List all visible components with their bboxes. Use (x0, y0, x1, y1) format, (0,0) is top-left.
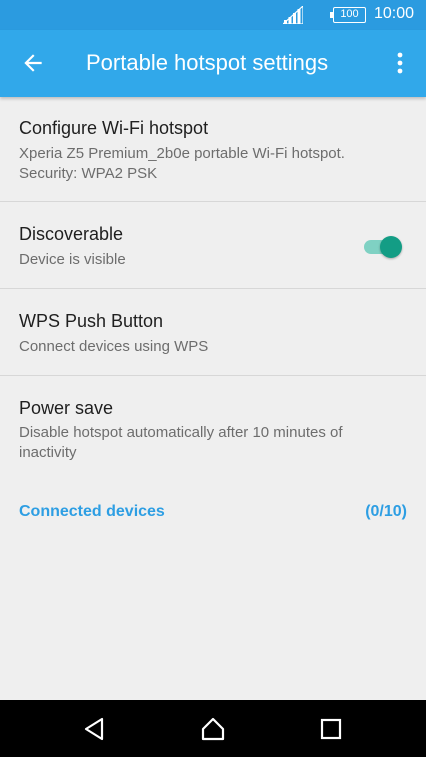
status-time: 10:00 (374, 5, 415, 22)
signal-icon (283, 6, 303, 24)
power-save-item[interactable]: Power save Disable hotspot automatically… (0, 376, 426, 480)
discoverable-item[interactable]: Discoverable Device is visible (0, 202, 426, 289)
page-title: Portable hotspot settings (86, 50, 329, 75)
more-options-icon[interactable] (390, 50, 410, 76)
item-title: Power save (19, 398, 114, 418)
navigation-bar (0, 700, 426, 757)
recent-apps-icon[interactable] (318, 716, 344, 742)
item-subtitle: Device is visible (19, 251, 126, 268)
item-subtitle: Xperia Z5 Premium_2b0e portable Wi-Fi ho… (19, 145, 345, 162)
configure-wifi-hotspot-item[interactable]: Configure Wi-Fi hotspot Xperia Z5 Premiu… (0, 97, 426, 202)
app-bar: Portable hotspot settings (0, 30, 426, 97)
item-subtitle: Connect devices using WPS (19, 338, 209, 355)
back-triangle-icon[interactable] (82, 716, 108, 742)
item-subtitle: inactivity (19, 444, 77, 461)
item-subtitle: Security: WPA2 PSK (19, 165, 158, 182)
item-title: Configure Wi-Fi hotspot (19, 118, 209, 138)
connected-devices-label: Connected devices (19, 503, 165, 520)
discoverable-toggle[interactable] (362, 235, 404, 259)
home-icon[interactable] (200, 716, 226, 742)
item-title: WPS Push Button (19, 311, 164, 331)
battery-level: 100 (340, 8, 359, 20)
connected-devices-header[interactable]: Connected devices (0/10) (0, 499, 426, 527)
status-bar: 100 10:00 (0, 0, 426, 30)
connected-devices-count: (0/10) (365, 503, 407, 520)
settings-list: Configure Wi-Fi hotspot Xperia Z5 Premiu… (0, 97, 426, 480)
toggle-thumb (380, 236, 402, 258)
item-subtitle: Disable hotspot automatically after 10 m… (19, 424, 343, 441)
battery-icon: 100 (330, 7, 366, 23)
wps-push-button-item[interactable]: WPS Push Button Connect devices using WP… (0, 289, 426, 376)
back-arrow-icon[interactable] (20, 50, 46, 76)
item-title: Discoverable (19, 224, 124, 244)
